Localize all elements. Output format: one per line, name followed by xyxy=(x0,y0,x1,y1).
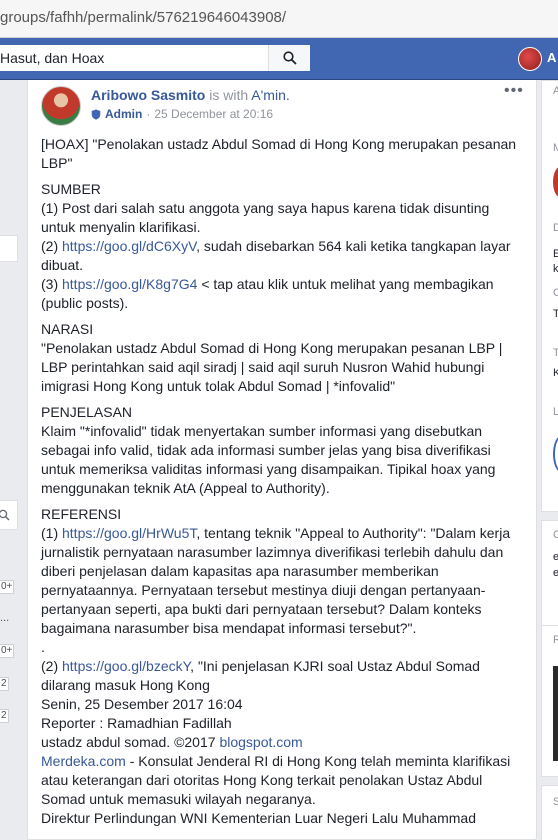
post-options-button[interactable]: ••• xyxy=(504,82,524,100)
right-sidebar-card: S xyxy=(541,785,558,840)
referensi-last-line: Direktur Perlindungan WNI Kementerian Lu… xyxy=(41,810,476,826)
profile-name[interactable]: A xyxy=(547,50,556,65)
left-sidebar-card[interactable] xyxy=(0,235,18,262)
referensi-item-1: (1) https://goo.gl/HrWu5T, tentang tekni… xyxy=(41,525,511,636)
browser-address-bar[interactable]: groups/fafhh/permalink/576219646043908/ xyxy=(0,0,558,38)
link[interactable]: https://goo.gl/K8g7G4 xyxy=(62,276,197,292)
facebook-top-bar: Hasut, dan Hoax A xyxy=(0,38,558,80)
section-title-referensi: REFERENSI xyxy=(41,506,122,522)
post-headline: [HOAX] "Penolakan ustadz Abdul Somad di … xyxy=(41,136,517,171)
group-count-badge: 2 xyxy=(0,709,9,723)
referensi-date: Senin, 25 Desember 2017 16:04 xyxy=(41,696,243,712)
post-author-line: Aribowo Sasmito is with A'min. xyxy=(91,87,290,103)
member-avatar[interactable] xyxy=(553,167,558,197)
referensi-copyright: ustadz abdul somad. ©2017 blogspot.com xyxy=(41,734,303,750)
admin-badge[interactable]: Admin xyxy=(105,107,142,121)
sumber-item-2: (2) https://goo.gl/dC6XyV, sudah disebar… xyxy=(41,238,511,273)
group-count-badge: 0+ xyxy=(0,580,15,594)
group-count-badge: 0+ xyxy=(0,644,15,658)
search-icon xyxy=(282,51,297,65)
section-title-narasi: NARASI xyxy=(41,321,94,337)
link[interactable]: Merdeka.com xyxy=(41,753,126,769)
post-body: [HOAX] "Penolakan ustadz Abdul Somad di … xyxy=(41,135,523,828)
right-sidebar-card: A M D E k C T T K L xyxy=(541,80,558,512)
referensi-item-2: (2) https://goo.gl/bzeckY, "Ini penjelas… xyxy=(41,658,480,693)
post-meta: Admin · 25 December at 20:16 xyxy=(91,107,273,121)
right-sidebar: A M D E k C T T K L C e e R S xyxy=(541,80,558,840)
url-text[interactable]: groups/fafhh/permalink/576219646043908/ xyxy=(0,9,286,26)
link[interactable]: blogspot.com xyxy=(219,734,302,750)
search-button[interactable] xyxy=(268,45,310,71)
author-name[interactable]: Aribowo Sasmito xyxy=(91,87,205,103)
sumber-item-3: (3) https://goo.gl/K8g7G4 < tap atau kli… xyxy=(41,276,494,311)
penjelasan-text: Klaim "*infovalid" tidak menyertakan sum… xyxy=(41,423,496,496)
search-icon xyxy=(0,509,10,521)
section-title-sumber: SUMBER xyxy=(41,181,101,197)
post-timestamp[interactable]: 25 December at 20:16 xyxy=(154,107,273,121)
left-ellipsis: ... xyxy=(0,612,10,624)
section-title-penjelasan: PENJELASAN xyxy=(41,404,133,420)
referensi-reporter: Reporter : Ramadhian Fadillah xyxy=(41,715,232,731)
search-box[interactable]: Hasut, dan Hoax xyxy=(0,45,310,71)
circle-icon[interactable] xyxy=(553,436,558,472)
admin-shield-icon xyxy=(91,109,101,120)
thumbnail-image[interactable] xyxy=(553,666,558,761)
separator-dot: . xyxy=(41,639,45,655)
with-text: is with xyxy=(209,87,249,103)
group-post: Aribowo Sasmito is with A'min. Admin · 2… xyxy=(27,80,537,840)
referensi-merdeka: Merdeka.com - Konsulat Jenderal RI di Ho… xyxy=(41,753,511,807)
tagged-place[interactable]: A'min. xyxy=(251,87,289,103)
profile-avatar[interactable] xyxy=(518,47,542,71)
link[interactable]: https://goo.gl/HrWu5T xyxy=(62,525,196,541)
right-sidebar-card: R xyxy=(541,625,558,777)
left-sidebar: 0+ ... 0+ 2 2 xyxy=(0,80,20,840)
left-search-field[interactable] xyxy=(0,500,18,530)
narasi-text: "Penolakan ustadz Abdul Somad di Hong Ko… xyxy=(41,340,503,394)
sumber-item-1: (1) Post dari salah satu anggota yang sa… xyxy=(41,200,490,235)
meta-separator: · xyxy=(146,107,151,121)
author-avatar[interactable] xyxy=(41,86,81,126)
group-count-badge: 2 xyxy=(0,677,9,691)
link[interactable]: https://goo.gl/dC6XyV xyxy=(62,238,196,254)
right-sidebar-card: C e e xyxy=(541,520,558,632)
link[interactable]: https://goo.gl/bzeckY xyxy=(62,658,190,674)
search-input[interactable]: Hasut, dan Hoax xyxy=(0,50,104,66)
